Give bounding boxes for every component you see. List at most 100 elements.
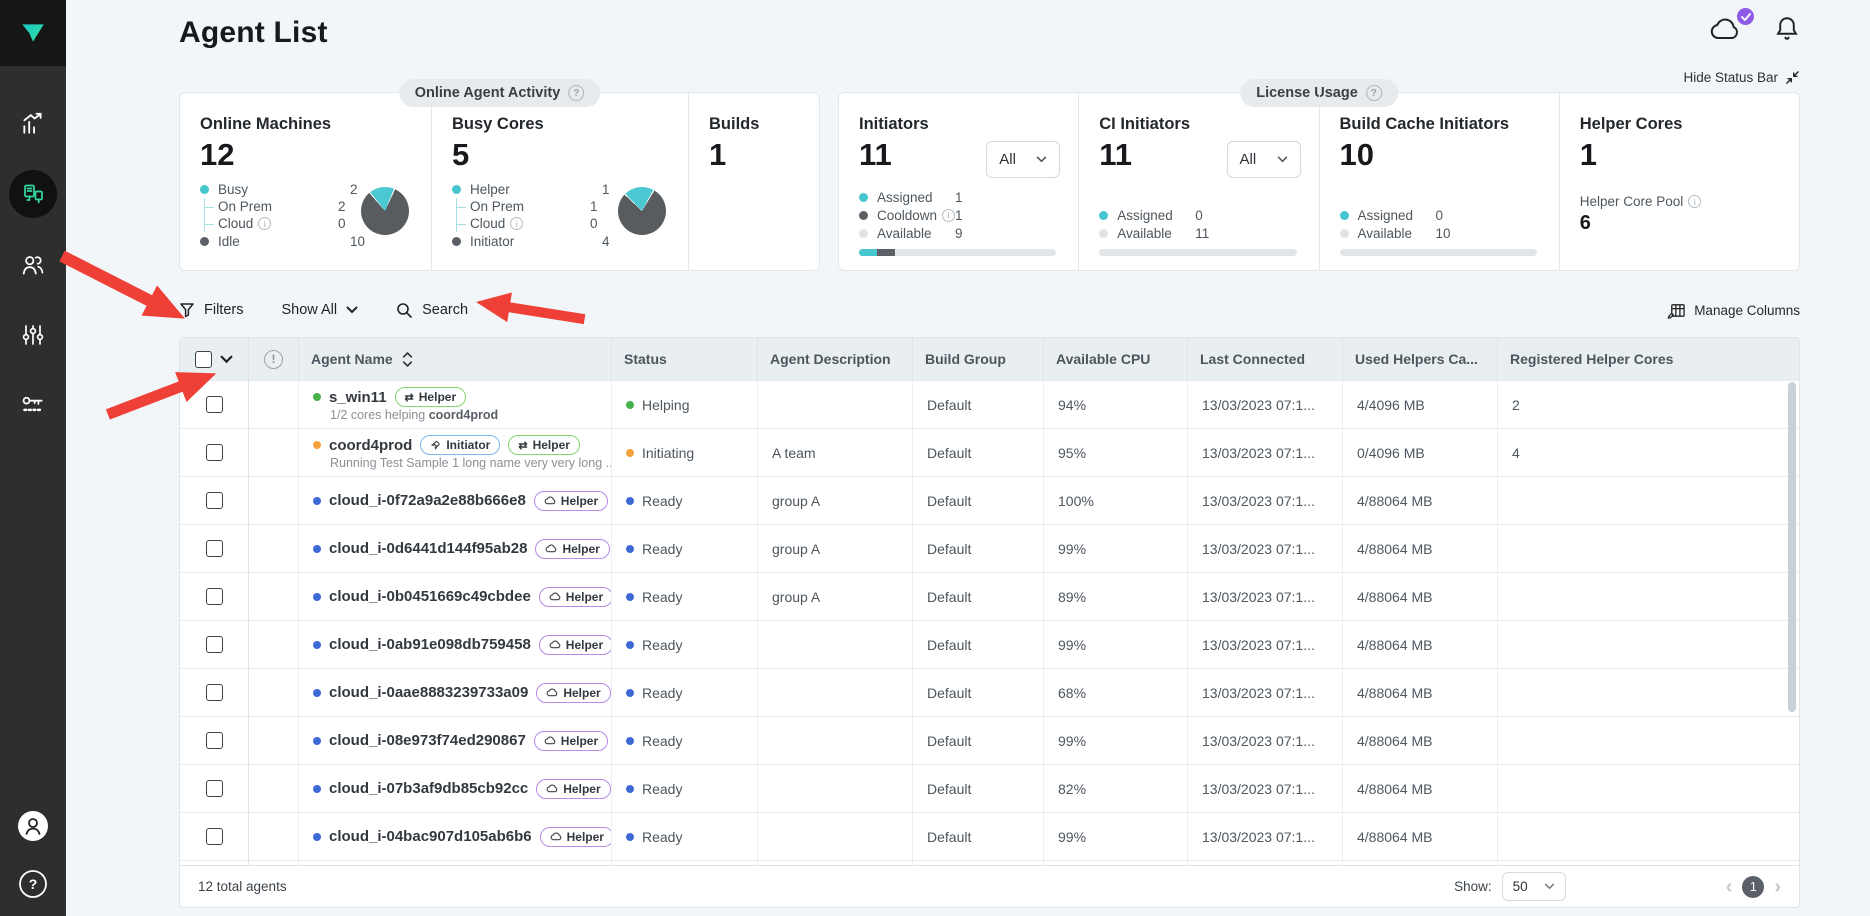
next-page-button[interactable]: › — [1774, 877, 1781, 897]
table-row[interactable]: coord4prod Initiator ⇄Helper Running Tes… — [180, 428, 1799, 476]
svg-text:?: ? — [29, 876, 38, 892]
cloud-check-badge — [1737, 8, 1754, 25]
chevron-down-icon — [1544, 883, 1555, 890]
row-checkbox[interactable] — [206, 636, 223, 653]
status-dot — [313, 833, 321, 841]
license-key-icon[interactable] — [20, 392, 46, 418]
settings-sliders-icon[interactable] — [20, 322, 46, 348]
cloud-status-icon[interactable] — [1706, 14, 1746, 49]
table-row[interactable]: cloud_i-04bac907d105ab6b6Helper Ready De… — [180, 812, 1799, 860]
cloud-helper-badge: Helper — [539, 635, 612, 655]
status-dot — [313, 393, 321, 401]
table-row[interactable]: cloud_i-0b0451669c49cbdeeHelper Ready gr… — [180, 572, 1799, 620]
cloud-icon — [550, 831, 562, 842]
analytics-icon[interactable] — [20, 110, 46, 136]
column-build-group[interactable]: Build Group — [913, 338, 1044, 380]
table-row[interactable]: cloud_i-08e973f74ed290867Helper Ready De… — [180, 716, 1799, 764]
collapse-icon — [1785, 70, 1800, 85]
ci-initiators-usage-bar — [1099, 249, 1296, 256]
info-icon[interactable]: i — [510, 217, 523, 230]
agents-icon — [21, 182, 45, 206]
incredibuild-logo[interactable] — [0, 0, 66, 66]
vertical-scrollbar[interactable] — [1788, 382, 1796, 712]
table-row[interactable]: cloud_i-0d6441d144f95ab28Helper Ready gr… — [180, 524, 1799, 572]
helper-badge: ⇄Helper — [508, 435, 580, 455]
column-agent-name[interactable]: Agent Name — [299, 338, 612, 380]
initiators-filter-dropdown[interactable]: All — [986, 141, 1060, 178]
prev-page-button[interactable]: ‹ — [1726, 877, 1733, 897]
column-registered-cores[interactable]: Registered Helper Cores — [1498, 338, 1799, 380]
select-all-checkbox[interactable] — [195, 351, 212, 368]
cloud-icon — [544, 735, 556, 746]
row-checkbox[interactable] — [206, 828, 223, 845]
partial-row — [180, 860, 1799, 865]
ci-initiators-filter-dropdown[interactable]: All — [1227, 141, 1301, 178]
filters-button[interactable]: Filters — [179, 302, 243, 318]
ci-initiators-stat: CI Initiators 11 All Assigned0 Available… — [1078, 93, 1318, 270]
page-size-select[interactable]: 50 — [1502, 872, 1566, 901]
table-row[interactable]: cloud_i-07b3af9db85cb92ccHelper Ready De… — [180, 764, 1799, 812]
cloud-icon — [549, 639, 561, 650]
busy-cores-stat: Busy Cores 5 Helper1 On Prem1 Cloudi0 In… — [431, 93, 688, 270]
row-checkbox[interactable] — [206, 684, 223, 701]
rocket-icon — [430, 440, 441, 451]
chevron-down-icon[interactable] — [220, 355, 233, 364]
row-checkbox[interactable] — [206, 732, 223, 749]
build-cache-usage-bar — [1340, 249, 1537, 256]
online-agent-activity-card: Online Agent Activity ? Online Machines … — [179, 92, 820, 271]
help-icon[interactable]: ? — [18, 869, 48, 904]
sidebar-item-agents[interactable] — [9, 170, 57, 218]
table-row[interactable]: cloud_i-0f72a9a2e88b666e8Helper Ready gr… — [180, 476, 1799, 524]
current-page[interactable]: 1 — [1742, 876, 1764, 898]
manage-columns-button[interactable]: Manage Columns — [1667, 302, 1800, 319]
cloud-icon — [549, 591, 561, 602]
row-checkbox[interactable] — [206, 492, 223, 509]
search-button[interactable]: Search — [396, 302, 468, 319]
row-checkbox[interactable] — [206, 396, 223, 413]
info-icon[interactable]: i — [942, 209, 955, 222]
column-status[interactable]: Status — [612, 338, 758, 380]
status-dot — [313, 641, 321, 649]
table-row[interactable]: cloud_i-0aae8883239733a09Helper Ready De… — [180, 668, 1799, 716]
info-icon[interactable]: i — [258, 217, 271, 230]
row-subtitle: 1/2 cores helping coord4prod — [330, 408, 498, 422]
cloud-helper-badge: Helper — [539, 587, 612, 607]
table-row[interactable]: s_win11 ⇄Helper 1/2 cores helping coord4… — [180, 380, 1799, 428]
helper-badge: ⇄Helper — [395, 387, 467, 407]
initiators-usage-bar — [859, 249, 1056, 256]
info-icon[interactable]: i — [1688, 195, 1701, 208]
column-description[interactable]: Agent Description — [758, 338, 913, 380]
cloud-helper-badge: Helper — [534, 491, 608, 511]
notifications-bell-icon[interactable] — [1774, 15, 1800, 48]
cloud-icon — [546, 783, 558, 794]
online-machines-pie — [361, 187, 409, 235]
search-icon — [396, 302, 413, 319]
status-dot — [313, 737, 321, 745]
row-checkbox[interactable] — [206, 780, 223, 797]
sidebar: ? — [0, 0, 66, 916]
row-checkbox[interactable] — [206, 588, 223, 605]
manage-columns-icon — [1667, 302, 1686, 319]
avatar[interactable] — [17, 810, 49, 847]
helper-cores-stat: Helper Cores 1 Helper Core Pooli 6 — [1559, 93, 1799, 270]
status-dot — [313, 593, 321, 601]
column-cpu[interactable]: Available CPU — [1044, 338, 1188, 380]
online-machines-stat: Online Machines 12 Busy2 On Prem2 Cloudi… — [180, 93, 431, 270]
show-all-dropdown[interactable]: Show All — [281, 302, 358, 318]
chevron-down-icon — [346, 306, 358, 314]
total-agents-label: 12 total agents — [198, 879, 287, 894]
row-subtitle: Running Test Sample 1 long name very ver… — [330, 456, 612, 470]
column-last-connected[interactable]: Last Connected — [1188, 338, 1343, 380]
row-checkbox[interactable] — [206, 444, 223, 461]
status-dot — [313, 441, 321, 449]
users-icon[interactable] — [20, 252, 46, 278]
row-checkbox[interactable] — [206, 540, 223, 557]
license-usage-card: License Usage ? Initiators 11 All Assign… — [838, 92, 1800, 271]
column-used-helpers[interactable]: Used Helpers Ca... — [1343, 338, 1498, 380]
status-dot — [313, 545, 321, 553]
hide-status-bar-button[interactable]: Hide Status Bar — [1683, 70, 1800, 85]
alert-column-icon: ! — [264, 350, 283, 369]
status-dot — [313, 785, 321, 793]
table-row[interactable]: cloud_i-0ab91e098db759458Helper Ready De… — [180, 620, 1799, 668]
initiator-badge: Initiator — [420, 435, 500, 455]
